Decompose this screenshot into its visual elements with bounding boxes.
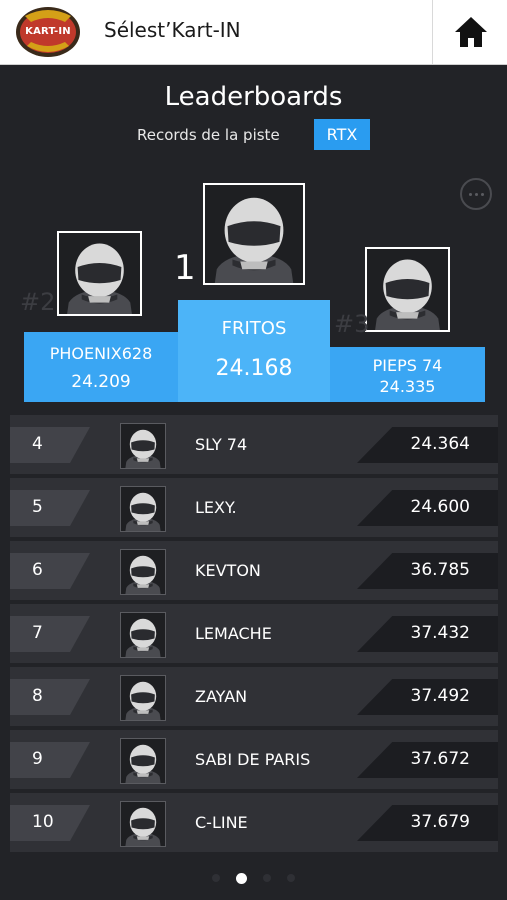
row-name: C-LINE: [195, 813, 248, 832]
rank-tab: [10, 553, 90, 589]
row-time: 36.785: [410, 560, 470, 580]
row-name: KEVTON: [195, 561, 261, 580]
row-name: SABI DE PARIS: [195, 750, 311, 769]
podium-third-name: PIEPS 74: [372, 356, 443, 375]
home-button[interactable]: [432, 0, 507, 64]
podium-third[interactable]: PIEPS 74 24.335: [330, 347, 485, 402]
row-avatar: [120, 612, 166, 658]
podium-rank-first: 1: [174, 248, 196, 288]
app-bar: KART-IN Sélest’Kart-IN: [0, 0, 507, 65]
row-avatar: [120, 549, 166, 595]
helmet-icon: [59, 233, 140, 314]
row-name: LEXY.: [195, 498, 237, 517]
leaderboard-title: Leaderboards: [164, 82, 343, 112]
podium-second-name: PHOENIX628: [49, 344, 153, 363]
track-badge[interactable]: RTX: [314, 119, 370, 150]
row-rank: 6: [32, 560, 43, 580]
row-avatar: [120, 486, 166, 532]
leaderboard-row[interactable]: 7 LEMACHE 37.432: [10, 604, 498, 663]
helmet-icon: [121, 676, 165, 720]
podium-avatar-first[interactable]: [203, 183, 305, 285]
helmet-icon: [205, 185, 303, 283]
more-icon-dot: [474, 192, 478, 196]
row-time: 24.364: [410, 434, 470, 454]
row-avatar: [120, 675, 166, 721]
row-time: 37.492: [410, 686, 470, 706]
podium-avatar-third[interactable]: [365, 247, 450, 332]
row-name: LEMACHE: [195, 624, 272, 643]
rank-tab: [10, 427, 90, 463]
logo-text: KART-IN: [25, 26, 71, 37]
podium-first-name: FRITOS: [221, 318, 287, 339]
podium-rank-third: #3: [334, 310, 370, 338]
page-dot[interactable]: [263, 874, 271, 882]
row-rank: 7: [32, 623, 43, 643]
podium-second[interactable]: PHOENIX628 24.209: [24, 332, 178, 402]
rank-tab: [10, 679, 90, 715]
rank-tab: [10, 742, 90, 778]
page-indicator: [0, 872, 507, 884]
podium-first-time: 24.168: [215, 356, 293, 381]
row-rank: 9: [32, 749, 43, 769]
row-rank: 8: [32, 686, 43, 706]
leaderboard-row[interactable]: 8 ZAYAN 37.492: [10, 667, 498, 726]
podium-first[interactable]: FRITOS 24.168: [178, 300, 330, 402]
page-dot[interactable]: [212, 874, 220, 882]
page-dot-active[interactable]: [236, 872, 247, 884]
helmet-icon: [121, 802, 165, 846]
row-name: ZAYAN: [195, 687, 248, 706]
more-icon-dot: [468, 192, 472, 196]
helmet-icon: [367, 249, 448, 330]
row-rank: 5: [32, 497, 43, 517]
podium-rank-second: #2: [20, 288, 56, 316]
podium-third-time: 24.335: [379, 377, 436, 396]
row-time: 24.600: [410, 497, 470, 517]
row-name: SLY 74: [195, 435, 248, 454]
row-avatar: [120, 738, 166, 784]
rank-tab: [10, 616, 90, 652]
row-rank: 4: [32, 434, 43, 454]
row-time: 37.432: [410, 623, 470, 643]
home-icon: [454, 17, 487, 47]
row-rank: 10: [32, 812, 54, 832]
podium-avatar-second[interactable]: [57, 231, 142, 316]
helmet-icon: [121, 739, 165, 783]
podium-second-time: 24.209: [71, 372, 131, 392]
more-icon-dot: [480, 192, 484, 196]
row-avatar: [120, 423, 166, 469]
rank-tab: [10, 490, 90, 526]
more-button[interactable]: [460, 178, 492, 210]
row-time: 37.672: [410, 749, 470, 769]
leaderboard-row[interactable]: 6 KEVTON 36.785: [10, 541, 498, 600]
row-time: 37.679: [410, 812, 470, 832]
leaderboard-list: 4 SLY 74 24.364 5 LEXY. 24.600 6 KEVTON …: [10, 415, 498, 856]
helmet-icon: [121, 613, 165, 657]
helmet-icon: [121, 424, 165, 468]
page-dot[interactable]: [287, 874, 295, 882]
leaderboard-row[interactable]: 10 C-LINE 37.679: [10, 793, 498, 852]
leaderboard-row[interactable]: 9 SABI DE PARIS 37.672: [10, 730, 498, 789]
app-title: Sélest’Kart-IN: [104, 18, 241, 42]
helmet-icon: [121, 487, 165, 531]
app-logo: KART-IN: [15, 6, 81, 58]
helmet-icon: [121, 550, 165, 594]
row-avatar: [120, 801, 166, 847]
leaderboard-row[interactable]: 5 LEXY. 24.600: [10, 478, 498, 537]
leaderboard-row[interactable]: 4 SLY 74 24.364: [10, 415, 498, 474]
leaderboard-subtitle: Records de la piste: [137, 126, 280, 144]
